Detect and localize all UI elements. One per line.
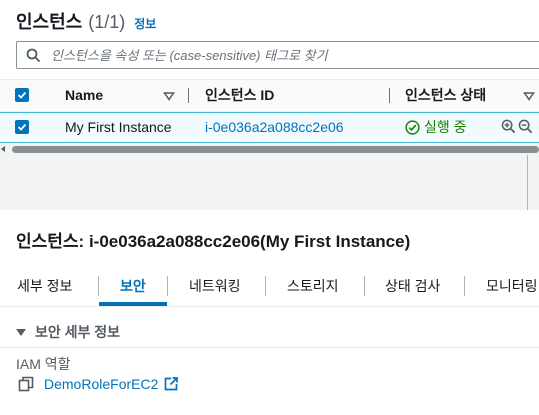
check-icon [17, 91, 27, 99]
instance-name: My First Instance [65, 119, 172, 135]
detail-tabs: 세부 정보 보안 네트워킹 스토리지 상태 검사 모니터링 [0, 266, 539, 307]
tab-status-checks[interactable]: 상태 검사 [385, 266, 440, 306]
selection-count: (1/1) [88, 12, 126, 32]
active-tab-indicator [99, 302, 167, 306]
info-link[interactable]: 정보 [134, 15, 156, 32]
check-circle-icon [405, 120, 420, 135]
copy-icon[interactable] [18, 376, 34, 392]
tab-details[interactable]: 세부 정보 [17, 266, 72, 306]
column-divider[interactable] [188, 88, 189, 103]
tab-divider [364, 276, 365, 296]
column-divider[interactable] [389, 88, 390, 103]
column-header-instance-state[interactable]: 인스턴스 상태 [405, 80, 486, 111]
zoom-controls [501, 119, 533, 134]
iam-role-label: IAM 역할 [16, 356, 71, 372]
column-header-name[interactable]: Name [65, 80, 103, 111]
page-header: 인스턴스 (1/1) 정보 [16, 8, 156, 32]
tab-networking[interactable]: 네트워킹 [189, 266, 241, 306]
security-details-header[interactable]: 보안 세부 정보 [16, 322, 120, 342]
instance-state: 실행 중 [405, 113, 467, 142]
tab-divider [464, 276, 465, 296]
tab-monitoring[interactable]: 모니터링 [486, 266, 538, 306]
tab-security[interactable]: 보안 [120, 266, 146, 306]
column-header-instance-id[interactable]: 인스턴스 ID [205, 80, 274, 111]
zoom-in-icon[interactable] [501, 119, 516, 134]
zoom-out-icon[interactable] [518, 119, 533, 134]
sort-down-icon[interactable] [163, 90, 175, 102]
iam-role-link[interactable]: DemoRoleForEC2 [44, 376, 158, 392]
pane-splitter[interactable] [0, 155, 539, 210]
section-divider [0, 347, 539, 348]
external-link-icon[interactable] [164, 377, 179, 391]
instance-state-label: 실행 중 [424, 119, 467, 135]
tab-storage[interactable]: 스토리지 [287, 266, 339, 306]
select-all-checkbox[interactable] [15, 88, 29, 102]
sort-down-icon[interactable] [523, 90, 535, 102]
tab-divider [265, 276, 266, 296]
iam-role-field: DemoRoleForEC2 [18, 376, 179, 392]
table-row[interactable]: My First Instance i-0e036a2a088cc2e06 실행… [0, 112, 539, 143]
vertical-scrollbar-track[interactable] [527, 155, 528, 210]
scroll-left-arrow-icon[interactable] [1, 146, 5, 152]
row-checkbox[interactable] [15, 120, 29, 134]
section-title: 보안 세부 정보 [35, 324, 121, 340]
detail-title: 인스턴스: i-0e036a2a088cc2e06(My First Insta… [16, 232, 411, 251]
search-box[interactable] [16, 41, 539, 69]
scrollbar-thumb[interactable] [12, 146, 539, 153]
table-header: Name 인스턴스 ID 인스턴스 상태 [0, 79, 539, 112]
instance-id-link[interactable]: i-0e036a2a088cc2e06 [205, 113, 344, 142]
check-icon [17, 123, 27, 131]
tab-divider [167, 276, 168, 296]
tab-divider [98, 276, 99, 296]
caret-down-icon[interactable] [16, 328, 26, 336]
page-title: 인스턴스 [16, 12, 83, 32]
horizontal-scrollbar[interactable] [0, 144, 539, 155]
search-icon [25, 47, 41, 63]
search-input[interactable] [51, 47, 531, 63]
